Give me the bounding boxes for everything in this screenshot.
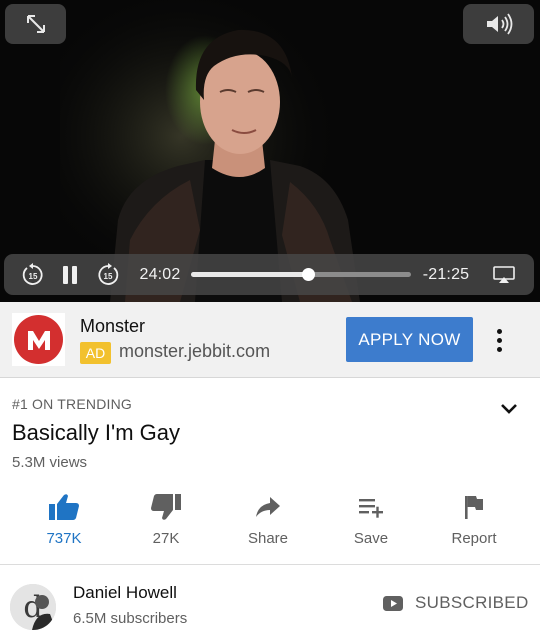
progress-track[interactable] [191,268,411,281]
elapsed-time: 24:02 [139,265,181,283]
subscriber-count: 6.5M subscribers [73,610,188,627]
rewind-15-icon: 15 [22,262,43,285]
thumbs-up-icon [49,494,79,520]
ad-banner[interactable]: Monster AD monster.jebbit.com APPLY NOW [0,302,540,378]
more-dot-icon [496,346,502,352]
flag-icon [465,496,483,519]
more-dot-icon [496,328,502,334]
report-button[interactable]: Report [424,486,524,554]
thumbs-down-icon [151,494,181,520]
airplay-button[interactable] [488,254,520,295]
svg-text:15: 15 [29,272,38,281]
share-label: Share [247,530,289,547]
save-button[interactable]: Save [321,486,421,554]
forward-15-icon: 15 [98,262,119,285]
share-arrow-icon [256,497,280,517]
ad-more-options-button[interactable] [486,322,512,358]
ad-advertiser-name[interactable]: Monster [80,316,145,337]
svg-text:15: 15 [104,272,113,281]
view-count: 5.3M views [12,454,88,471]
more-dot-icon [496,337,502,343]
airplay-icon [493,265,515,283]
video-player[interactable]: 15 15 24:02 -21:25 [0,0,540,302]
like-count: 737K [46,530,82,547]
video-actions: 737K 27K Share Save Report [0,486,540,554]
progress-scrubber[interactable] [302,268,316,281]
share-button[interactable]: Share [218,486,318,554]
dislike-button[interactable]: 27K [116,486,216,554]
playlist-add-icon [359,499,383,518]
player-control-bar: 15 15 24:02 -21:25 [4,254,534,295]
progress-fill [191,272,309,277]
skip-forward-button[interactable]: 15 [94,254,122,295]
speaker-icon [486,13,512,35]
channel-name[interactable]: Daniel Howell [73,583,177,603]
advertiser-logo[interactable] [12,313,65,366]
expand-description-button[interactable] [495,398,523,420]
channel-avatar[interactable]: d [10,584,56,630]
youtube-icon [383,595,403,611]
section-divider [0,564,540,565]
ad-url[interactable]: monster.jebbit.com [119,341,270,362]
pause-icon [63,265,77,284]
fullscreen-button[interactable] [5,4,66,44]
expand-arrows-icon [26,15,45,33]
like-button[interactable]: 737K [14,486,114,554]
remaining-time: -21:25 [422,265,470,283]
subscribe-state: SUBSCRIBED [415,593,529,612]
save-label: Save [353,530,389,547]
avatar-image: d [10,584,56,630]
monster-m-glyph [27,330,50,350]
ad-badge: AD [80,342,111,364]
trending-label[interactable]: #1 ON TRENDING [12,396,132,412]
skip-back-button[interactable]: 15 [19,254,47,295]
monster-logo-icon [14,315,63,364]
pause-button[interactable] [58,254,82,295]
chevron-down-icon [501,404,517,414]
video-title[interactable]: Basically I'm Gay [12,420,180,446]
apply-now-button[interactable]: APPLY NOW [346,317,473,362]
dislike-count: 27K [152,530,180,547]
report-label: Report [451,530,497,547]
subscribe-button[interactable]: SUBSCRIBED [383,591,529,615]
volume-button[interactable] [463,4,534,44]
